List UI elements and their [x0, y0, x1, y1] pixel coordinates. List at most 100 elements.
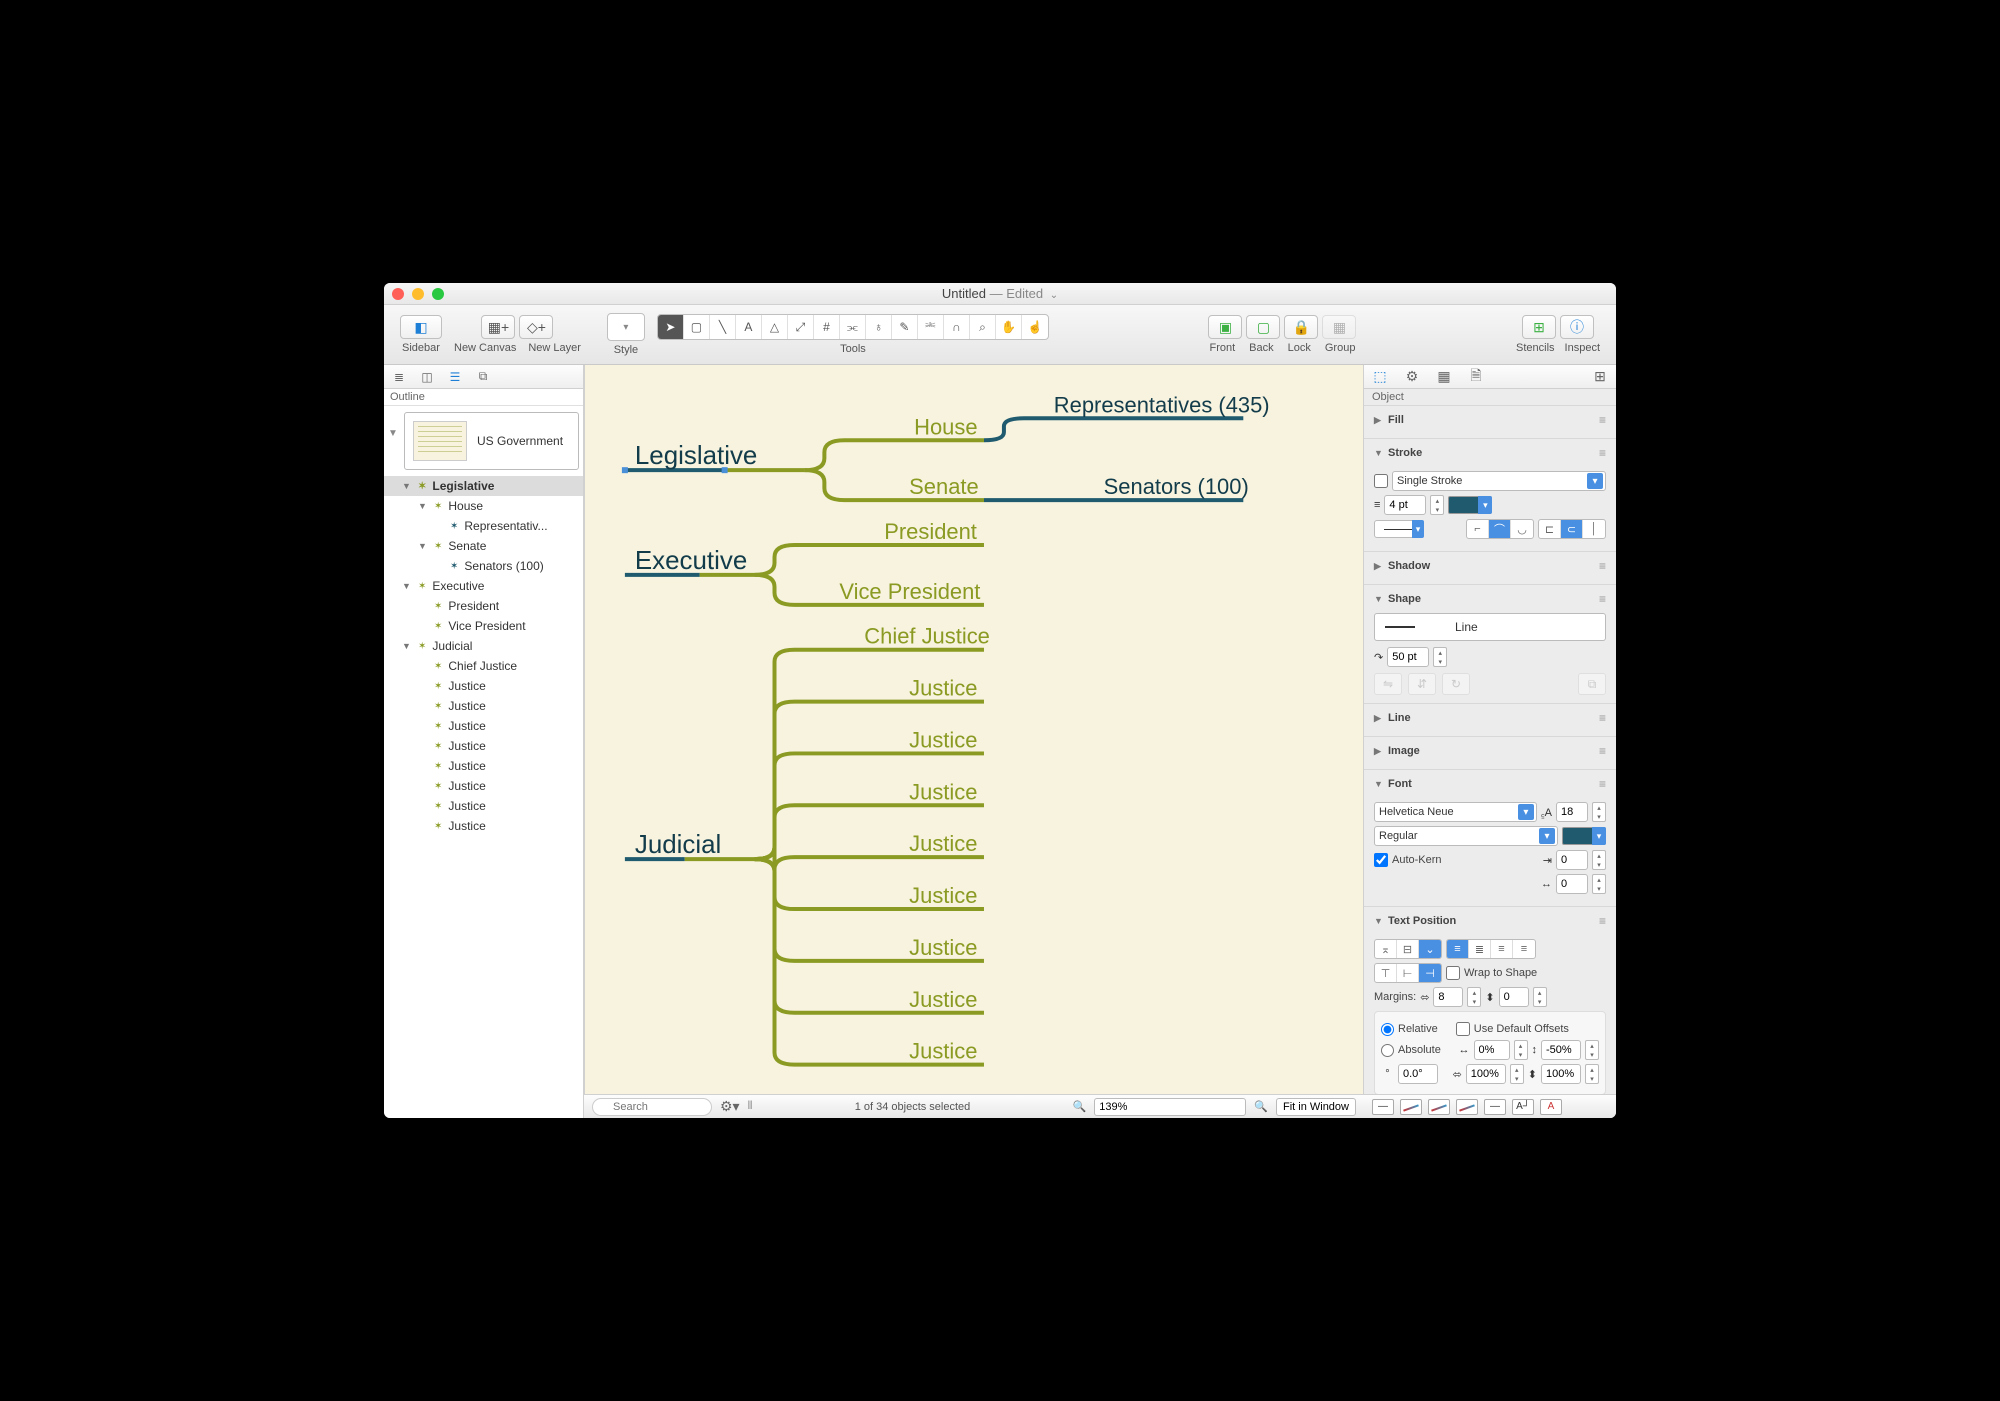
rotate-button[interactable]: ↻ [1442, 673, 1470, 695]
inspect-button[interactable]: ⓘ [1560, 315, 1594, 339]
canvas-item[interactable]: US Government [404, 412, 579, 470]
stroke-width-stepper[interactable]: ▴▾ [1430, 495, 1444, 515]
node-justice[interactable]: Justice [909, 987, 977, 1012]
offset-x-input[interactable] [1474, 1040, 1510, 1060]
outline-row[interactable]: ▼✶Executive [384, 576, 583, 596]
disclosure-icon[interactable]: ▼ [402, 581, 412, 591]
gear-icon[interactable]: ⚙▾ [720, 1098, 740, 1115]
zoom-button[interactable] [432, 288, 444, 300]
section-menu-icon[interactable]: ≡ [1599, 446, 1606, 460]
node-vice-president[interactable]: Vice President [839, 579, 980, 604]
shape-header[interactable]: ▼Shape≡ [1374, 589, 1606, 609]
title-dropdown-icon[interactable]: ⌄ [1050, 290, 1058, 301]
outline-row[interactable]: ✶Justice [384, 696, 583, 716]
tracking-stepper[interactable]: ▴▾ [1592, 874, 1606, 894]
section-menu-icon[interactable]: ≡ [1599, 559, 1606, 573]
style-swatch[interactable] [1456, 1099, 1478, 1115]
node-chief-justice[interactable]: Chief Justice [864, 624, 990, 649]
scale-y-stepper[interactable]: ▴▾ [1585, 1064, 1599, 1084]
cap-style-segment[interactable]: ⊏⊂│ [1538, 519, 1606, 539]
properties-tab-icon[interactable]: ⚙ [1402, 367, 1422, 387]
section-menu-icon[interactable]: ≡ [1599, 592, 1606, 606]
brush-tool[interactable]: ✎ [892, 315, 918, 339]
canvas[interactable]: Legislative House Senate Representatives… [584, 365, 1364, 1094]
stroke-type-select[interactable]: Single Stroke [1392, 471, 1606, 491]
margin-h-input[interactable] [1433, 987, 1463, 1007]
selection-tab-icon[interactable]: ⧉ [474, 368, 492, 386]
disclosure-icon[interactable]: ▼ [418, 501, 428, 511]
margin-v-stepper[interactable]: ▴▾ [1533, 987, 1547, 1007]
document-tab-icon[interactable]: 🗎 [1466, 367, 1486, 387]
scale-y-input[interactable] [1541, 1064, 1581, 1084]
new-layer-button[interactable]: ◇+ [519, 315, 553, 339]
outline-row[interactable]: ✶Justice [384, 776, 583, 796]
node-judicial[interactable]: Judicial [635, 831, 721, 859]
offset-y-stepper[interactable]: ▴▾ [1585, 1040, 1599, 1060]
action-tool[interactable]: ☝ [1022, 315, 1048, 339]
flip-v-button[interactable]: ⇵ [1408, 673, 1436, 695]
outline-row[interactable]: ▼✶Legislative [384, 476, 583, 496]
fit-window-button[interactable]: Fit in Window [1276, 1098, 1356, 1116]
outline-row[interactable]: ✶President [384, 596, 583, 616]
wrap-checkbox[interactable] [1446, 966, 1460, 980]
outline-row[interactable]: ✶Representativ... [384, 516, 583, 536]
scale-x-input[interactable] [1466, 1064, 1506, 1084]
font-family-select[interactable]: Helvetica Neue [1374, 802, 1537, 822]
outline-row[interactable]: ✶Justice [384, 736, 583, 756]
lock-button[interactable]: 🔒 [1284, 315, 1318, 339]
zoom-out-icon[interactable]: 🔍 [1073, 1100, 1087, 1113]
pen-tool[interactable]: △ [762, 315, 788, 339]
node-justice[interactable]: Justice [909, 779, 977, 804]
outline-row[interactable]: ✶Justice [384, 796, 583, 816]
disclosure-icon[interactable]: ▼ [418, 541, 428, 551]
text-position-header[interactable]: ▼Text Position≡ [1374, 911, 1606, 931]
style-swatch[interactable]: A [1540, 1099, 1562, 1115]
outline-row[interactable]: ▼✶House [384, 496, 583, 516]
outline-row[interactable]: ✶Justice [384, 676, 583, 696]
node-justice[interactable]: Justice [909, 676, 977, 701]
font-header[interactable]: ▼Font≡ [1374, 774, 1606, 794]
crop-tool[interactable]: # [814, 315, 840, 339]
corner-style-segment[interactable]: ⌐⌒◡ [1466, 519, 1534, 539]
section-menu-icon[interactable]: ≡ [1599, 777, 1606, 791]
stencils-button[interactable]: ⊞ [1522, 315, 1556, 339]
outline-row[interactable]: ✶Justice [384, 756, 583, 776]
kern-stepper[interactable]: ▴▾ [1592, 850, 1606, 870]
section-menu-icon[interactable]: ≡ [1599, 711, 1606, 725]
section-menu-icon[interactable]: ≡ [1599, 744, 1606, 758]
shape-radius-input[interactable] [1387, 647, 1429, 667]
line-header[interactable]: ▶Line≡ [1374, 708, 1606, 728]
stamp-tool[interactable]: ⎃ [918, 315, 944, 339]
style-dropdown[interactable]: ▾ [607, 313, 645, 341]
style-swatch[interactable]: — [1372, 1099, 1394, 1115]
disclosure-icon[interactable]: ▼ [402, 481, 412, 491]
object-inspector-tab-icon[interactable]: ⬚ [1370, 367, 1390, 387]
node-justice[interactable]: Justice [909, 1039, 977, 1064]
halign-segment[interactable]: ≡≣≡≡ [1446, 939, 1536, 959]
outline-row[interactable]: ✶Senators (100) [384, 556, 583, 576]
edit-points-button[interactable]: ⧉ [1578, 673, 1606, 695]
disclosure-icon[interactable]: ▼ [402, 641, 412, 651]
node-representatives[interactable]: Representatives (435) [1054, 392, 1270, 417]
outline-row[interactable]: ✶Justice [384, 816, 583, 836]
stroke-enable-checkbox[interactable] [1374, 474, 1388, 488]
outline-row[interactable]: ✶Chief Justice [384, 656, 583, 676]
shape-display[interactable]: Line [1374, 613, 1606, 641]
outline-row[interactable]: ▼✶Judicial [384, 636, 583, 656]
margin-h-stepper[interactable]: ▴▾ [1467, 987, 1481, 1007]
section-menu-icon[interactable]: ≡ [1599, 914, 1606, 928]
connection-tool[interactable]: ⫘ [840, 315, 866, 339]
style-swatch[interactable]: — [1484, 1099, 1506, 1115]
scale-x-stepper[interactable]: ▴▾ [1510, 1064, 1524, 1084]
section-menu-icon[interactable]: ≡ [1599, 413, 1606, 427]
style-swatch[interactable] [1400, 1099, 1422, 1115]
front-button[interactable]: ▣ [1208, 315, 1242, 339]
close-button[interactable] [392, 288, 404, 300]
flip-h-button[interactable]: ⇋ [1374, 673, 1402, 695]
columns-icon[interactable]: ⦀ [748, 1100, 753, 1113]
node-executive[interactable]: Executive [635, 547, 747, 575]
node-senators[interactable]: Senators (100) [1104, 474, 1249, 499]
node-justice[interactable]: Justice [909, 935, 977, 960]
node-legislative[interactable]: Legislative [635, 442, 757, 470]
autokern-checkbox[interactable] [1374, 853, 1388, 867]
